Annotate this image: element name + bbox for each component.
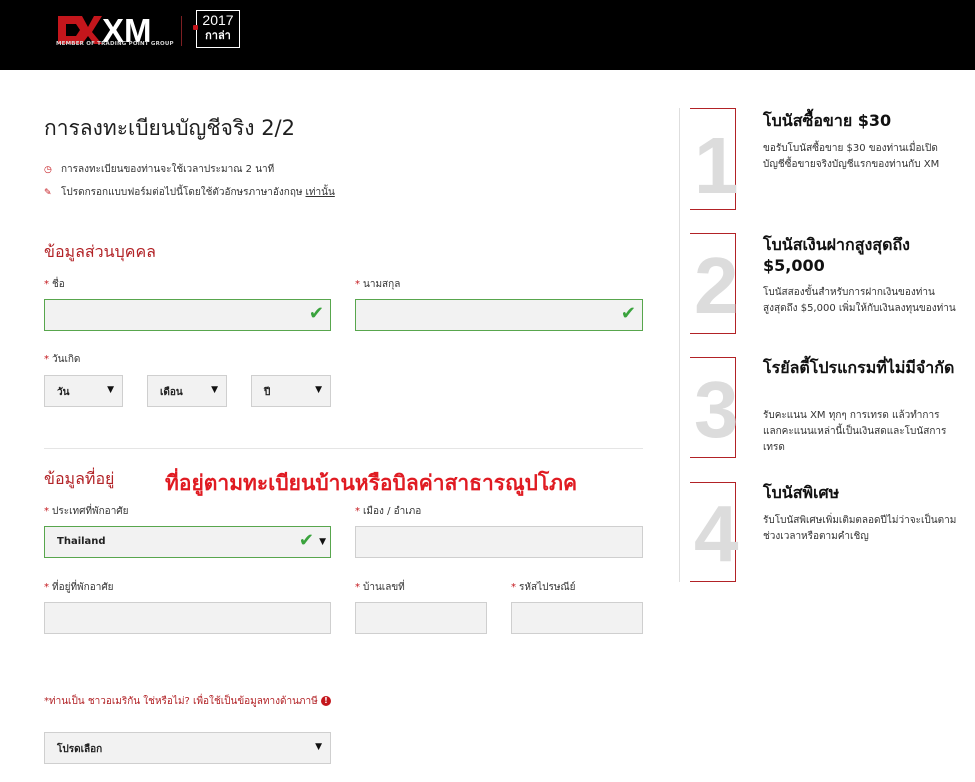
address-annotation: ที่อยู่ตามทะเบียนบ้านหรือบิลค่าสาธารณูปโ… xyxy=(165,470,578,495)
bonus-3-title: โรยัลตี้โปรแกรมที่ไม่มีจำกัด xyxy=(763,358,955,377)
info-language-text: โปรดกรอกแบบฟอร์มต่อไปนี้โดยใช้ตัวอักษรภา… xyxy=(61,187,303,198)
bonus-4-title: โบนัสพิเศษ xyxy=(763,483,840,502)
info-language-row: ✎ โปรดกรอกแบบฟอร์มต่อไปนี้โดยใช้ตัวอักษร… xyxy=(44,185,335,200)
us-citizen-question: *ท่านเป็น ชาวอเมริกัน ใช่หรือไม่? เพื่อใ… xyxy=(44,694,334,709)
bonus-1-desc: ขอรับโบนัสซื้อขาย $30 ของท่านเมื่อเปิดบั… xyxy=(763,143,940,170)
section-divider xyxy=(44,448,643,449)
street-label: * ที่อยู่ที่พักอาศัย xyxy=(44,582,114,593)
logo-tagline: MEMBER OF TRADING POINT GROUP xyxy=(56,41,174,47)
dob-day-select[interactable]: วัน ▼ xyxy=(44,375,123,407)
info-time-row: ◷ การลงทะเบียนของท่านจะใช้เวลาประมาณ 2 น… xyxy=(44,162,274,177)
city-label: * เมือง / อำเภอ xyxy=(355,506,422,517)
info-language-emphasis: เท่านั้น xyxy=(305,187,335,198)
bonus-4-number: 4 xyxy=(694,489,739,578)
zip-field[interactable] xyxy=(511,602,643,634)
bonus-3-number: 3 xyxy=(694,365,739,454)
chevron-down-icon: ▼ xyxy=(211,385,218,395)
last-name-label: * นามสกุล xyxy=(355,279,401,290)
personal-section-title: ข้อมูลส่วนบุคคล xyxy=(44,242,156,261)
last-name-field[interactable]: ✔ xyxy=(355,299,643,331)
first-name-field[interactable]: ✔ xyxy=(44,299,331,331)
bonus-1-number: 1 xyxy=(694,121,739,210)
check-icon: ✔ xyxy=(308,303,324,324)
award-year: 2017 xyxy=(202,12,234,28)
check-icon: ✔ xyxy=(620,303,636,324)
clock-icon: ◷ xyxy=(44,164,52,175)
address-section-title: ข้อมูลที่อยู่ xyxy=(44,469,115,488)
award-badge: 2017 กาล่า xyxy=(196,10,240,48)
bonus-1-title: โบนัสซื้อขาย $30 xyxy=(763,111,892,130)
top-header: XM MEMBER OF TRADING POINT GROUP 2017 กา… xyxy=(0,0,975,70)
country-label: * ประเทศที่พักอาศัย xyxy=(44,506,129,517)
street-field[interactable] xyxy=(44,602,331,634)
award-dot xyxy=(193,25,198,30)
chevron-down-icon: ▼ xyxy=(107,385,114,395)
page-title: การลงทะเบียนบัญชีจริง 2/2 xyxy=(44,116,295,140)
info-time-text: การลงทะเบียนของท่านจะใช้เวลาประมาณ 2 นาท… xyxy=(61,164,275,175)
bonus-3-desc: รับคะแนน XM ทุกๆ การเทรด แล้วทำการแลกคะแ… xyxy=(763,410,947,453)
bonus-2-desc: โบนัสสองขั้นสำหรับการฝากเงินของท่านสูงสุ… xyxy=(763,287,956,314)
chevron-down-icon: ▼ xyxy=(315,742,322,752)
award-word: กาล่า xyxy=(205,29,231,42)
city-field[interactable] xyxy=(355,526,643,558)
us-citizen-select[interactable]: โปรดเลือก ▼ xyxy=(44,732,331,764)
dob-label: * วันเกิด xyxy=(44,354,81,365)
sidebar-divider xyxy=(679,108,680,582)
house-number-field[interactable] xyxy=(355,602,487,634)
country-select[interactable]: Thailand ✔ ▼ xyxy=(44,526,331,558)
chevron-down-icon: ▼ xyxy=(319,537,326,547)
house-number-label: * บ้านเลขที่ xyxy=(355,582,405,593)
bonus-2-title: โบนัสเงินฝากสูงสุดถึง $5,000 xyxy=(763,235,910,275)
dob-month-select[interactable]: เดือน ▼ xyxy=(147,375,227,407)
dob-year-select[interactable]: ปี ▼ xyxy=(251,375,331,407)
zip-label: * รหัสไปรษณีย์ xyxy=(511,582,576,593)
bonus-2-number: 2 xyxy=(694,241,739,330)
pencil-icon: ✎ xyxy=(44,187,52,198)
chevron-down-icon: ▼ xyxy=(315,385,322,395)
header-divider xyxy=(181,16,182,46)
bonus-4-desc: รับโบนัสพิเศษเพิ่มเติมตลอดปีไม่ว่าจะเป็น… xyxy=(763,515,957,542)
check-icon: ✔ xyxy=(298,530,314,551)
info-icon[interactable]: ! xyxy=(320,696,331,706)
first-name-label: * ชื่อ xyxy=(44,279,65,290)
